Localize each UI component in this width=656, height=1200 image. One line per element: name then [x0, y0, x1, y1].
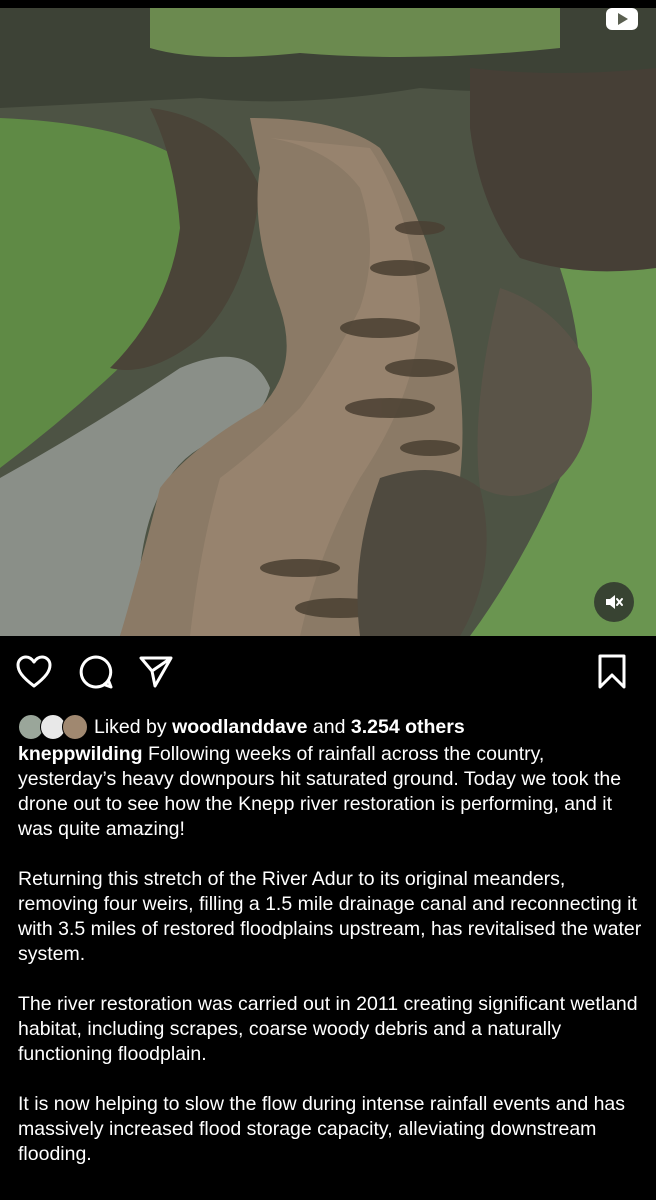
send-icon[interactable] — [136, 650, 176, 694]
caption-paragraph-3: The river restoration was carried out in… — [18, 993, 638, 1065]
post-actions — [0, 650, 656, 700]
caption-paragraph-4: It is now helping to slow the flow durin… — [18, 1093, 626, 1165]
aerial-flood-photo — [0, 8, 656, 636]
liked-by-user[interactable]: woodlanddave — [172, 716, 307, 739]
comment-icon[interactable] — [76, 650, 116, 694]
bookmark-icon[interactable] — [592, 650, 632, 694]
video-camera-icon[interactable] — [604, 8, 640, 34]
liked-by-conjunction: and — [312, 715, 346, 738]
caption-paragraph-2: Returning this stretch of the River Adur… — [18, 868, 642, 965]
likes-summary[interactable]: Liked by woodlanddave and 3.254 others — [18, 712, 465, 742]
caption-username[interactable]: kneppwilding — [18, 743, 143, 765]
liked-by-others[interactable]: 3.254 others — [351, 716, 465, 739]
speaker-muted-icon[interactable] — [594, 582, 634, 622]
heart-icon[interactable] — [14, 650, 54, 694]
liked-by-prefix: Liked by — [94, 715, 167, 738]
post-media[interactable] — [0, 8, 656, 636]
avatar — [62, 714, 88, 740]
post-caption: kneppwilding Following weeks of rainfall… — [18, 742, 642, 1192]
liker-avatars — [18, 714, 88, 740]
